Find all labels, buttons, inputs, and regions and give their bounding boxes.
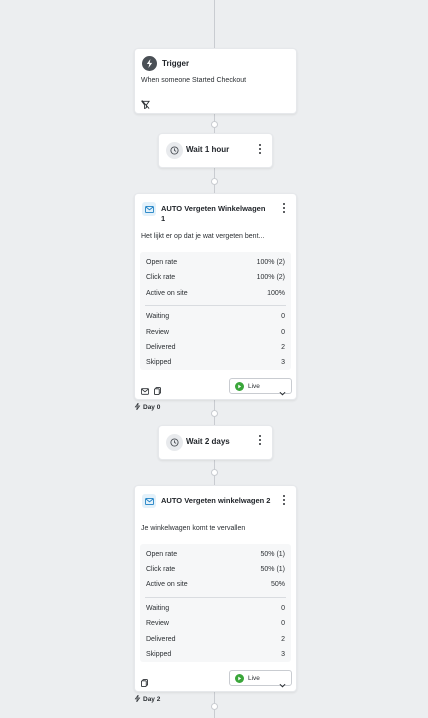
count-row: Review 0 <box>146 329 285 341</box>
email-card-2[interactable]: AUTO Vergeten winkelwagen 2 Je winkelwag… <box>134 485 297 692</box>
bolt-icon <box>142 56 157 71</box>
stat-value: 50% (1) <box>260 551 285 558</box>
day-label: Day 0 <box>143 404 161 411</box>
stat-row: Active on site 100% <box>146 290 285 302</box>
email-footer-icons <box>141 674 148 692</box>
wait-step-2[interactable]: Wait 2 days <box>158 425 273 460</box>
divider <box>145 305 286 306</box>
more-menu-icon[interactable] <box>279 202 289 214</box>
email-footer-icons <box>141 382 161 400</box>
clock-icon <box>166 434 183 451</box>
trigger-title: Trigger <box>162 59 190 68</box>
count-value: 3 <box>281 651 285 658</box>
email-stats-panel: Open rate 50% (1) Click rate 50% (1) Activ… <box>140 544 291 662</box>
connector-line <box>214 0 215 48</box>
copy-icon[interactable] <box>154 382 161 400</box>
stat-row: Click rate 50% (1) <box>146 566 285 578</box>
clock-icon <box>166 142 183 159</box>
stat-row: Open rate 100% (2) <box>146 259 285 271</box>
connector-node <box>211 703 218 710</box>
status-label: Live <box>248 675 260 682</box>
status-label: Live <box>248 383 260 390</box>
stat-value: 50% <box>270 581 285 588</box>
stat-label: Click rate <box>146 274 176 281</box>
stat-label: Active on site <box>146 581 188 588</box>
count-label: Skipped <box>146 651 172 658</box>
day-marker: Day 0 <box>134 402 161 412</box>
count-row: Skipped 3 <box>146 359 285 371</box>
bolt-icon <box>134 402 141 412</box>
count-row: Delivered 2 <box>146 636 285 648</box>
trigger-description: When someone Started Checkout <box>141 77 247 84</box>
count-label: Delivered <box>146 344 176 351</box>
mail-icon[interactable] <box>141 382 149 400</box>
count-value: 0 <box>281 605 285 612</box>
stat-label: Open rate <box>146 259 178 266</box>
count-label: Waiting <box>146 605 170 612</box>
email-card-1[interactable]: AUTO Vergeten Winkelwagen 1 Het lijkt er… <box>134 193 297 400</box>
more-menu-icon[interactable] <box>279 494 289 506</box>
trigger-card[interactable]: Trigger When someone Started Checkout <box>134 48 297 114</box>
stat-row: Active on site 50% <box>146 581 285 593</box>
count-label: Review <box>146 620 169 627</box>
play-icon <box>235 382 244 391</box>
more-menu-icon[interactable] <box>255 434 265 446</box>
bolt-icon <box>134 694 141 704</box>
stat-row: Click rate 100% (2) <box>146 274 285 286</box>
stat-label: Click rate <box>146 566 176 573</box>
chevron-down-icon <box>279 675 286 693</box>
count-label: Waiting <box>146 313 170 320</box>
email-icon <box>142 202 156 216</box>
connector-node <box>211 178 218 185</box>
count-label: Review <box>146 329 169 336</box>
count-value: 0 <box>281 329 285 336</box>
email-preview-text: Het lijkt er op dat je wat vergeten bent… <box>141 233 265 240</box>
chevron-down-icon <box>279 383 286 401</box>
stat-label: Active on site <box>146 290 188 297</box>
status-dropdown[interactable]: Live <box>229 670 292 688</box>
count-row: Review 0 <box>146 620 285 632</box>
filter-off-icon[interactable] <box>141 96 150 114</box>
count-value: 2 <box>281 344 285 351</box>
play-icon <box>235 674 244 683</box>
count-row: Waiting 0 <box>146 605 285 617</box>
count-row: Skipped 3 <box>146 651 285 663</box>
stat-value: 100% (2) <box>256 259 285 266</box>
count-row: Delivered 2 <box>146 344 285 356</box>
count-row: Waiting 0 <box>146 313 285 325</box>
copy-icon[interactable] <box>141 674 148 692</box>
connector-node <box>211 469 218 476</box>
flow-canvas[interactable]: Trigger When someone Started Checkout Wa… <box>0 0 428 718</box>
count-value: 3 <box>281 359 285 366</box>
wait-label: Wait 2 days <box>186 437 230 446</box>
day-label: Day 2 <box>143 696 161 703</box>
count-value: 0 <box>281 313 285 320</box>
email-stats-panel: Open rate 100% (2) Click rate 100% (2) Act… <box>140 252 291 370</box>
email-title: AUTO Vergeten Winkelwagen 1 <box>161 204 266 223</box>
wait-label: Wait 1 hour <box>186 145 230 154</box>
connector-node <box>211 410 218 417</box>
email-icon <box>142 494 156 508</box>
count-label: Skipped <box>146 359 172 366</box>
stat-label: Open rate <box>146 551 178 558</box>
count-value: 0 <box>281 620 285 627</box>
stat-value: 100% <box>267 290 285 297</box>
stat-value: 100% (2) <box>256 274 285 281</box>
count-value: 2 <box>281 636 285 643</box>
stat-value: 50% (1) <box>260 566 285 573</box>
count-label: Delivered <box>146 636 176 643</box>
divider <box>145 597 286 598</box>
day-marker: Day 2 <box>134 694 161 704</box>
email-preview-text: Je winkelwagen komt te vervallen <box>141 525 246 532</box>
status-dropdown[interactable]: Live <box>229 378 292 396</box>
email-title: AUTO Vergeten winkelwagen 2 <box>161 496 271 505</box>
connector-node <box>211 121 218 128</box>
more-menu-icon[interactable] <box>255 143 265 155</box>
stat-row: Open rate 50% (1) <box>146 551 285 563</box>
wait-step-1[interactable]: Wait 1 hour <box>158 133 273 168</box>
